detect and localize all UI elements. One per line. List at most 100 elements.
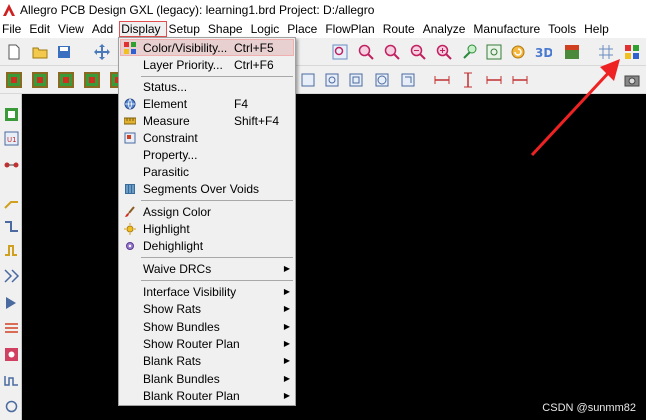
menu-item-shortcut: Ctrl+F6 [234,57,274,72]
left-toolbar: U1 [0,94,22,420]
menu-item-layer-priority[interactable]: Layer Priority... Ctrl+F6 [120,56,294,73]
zoom-out-icon[interactable] [382,42,402,62]
gear-sun-icon [120,237,140,254]
measure-icon[interactable] [458,70,478,90]
shape-icon[interactable] [372,70,392,90]
menu-item-status[interactable]: Status... [120,78,294,95]
submenu-arrow-icon: ▶ [283,304,291,313]
menu-item-label: Blank Rats [143,353,202,368]
menu-item-blank-bundles[interactable]: Blank Bundles ▶ [120,370,294,387]
menu-item-parasitic[interactable]: Parasitic [120,163,294,180]
net-icon[interactable] [1,154,21,174]
menu-display[interactable]: Display [119,21,167,37]
constraint-icon [120,129,140,146]
menu-item-element[interactable]: Element F4 [120,95,294,112]
menu-place[interactable]: Place [285,21,323,37]
shape-icon[interactable] [346,70,366,90]
menu-item-interface-visibility[interactable]: Interface Visibility ▶ [120,283,294,300]
menu-view[interactable]: View [56,21,90,37]
menu-item-label: Property... [143,147,198,162]
menu-item-show-bundles[interactable]: Show Bundles ▶ [120,318,294,335]
menu-logic[interactable]: Logic [249,21,286,37]
menu-edit[interactable]: Edit [27,21,56,37]
zoom-prev-icon[interactable] [434,42,454,62]
shape-icon[interactable] [322,70,342,90]
route-icon[interactable] [1,192,21,212]
red-arrow-annotation [530,59,620,157]
submenu-arrow-icon: ▶ [283,264,291,273]
menu-add[interactable]: Add [90,21,119,37]
menu-item-blank-router-plan[interactable]: Blank Router Plan ▶ [120,387,294,404]
menu-item-label: Assign Color [143,204,212,219]
menu-analyze[interactable]: Analyze [421,21,472,37]
menu-help[interactable]: Help [582,21,615,37]
save-icon[interactable] [54,42,74,62]
menu-item-blank-rats[interactable]: Blank Rats ▶ [120,352,294,369]
display-menu-dropdown: Color/Visibility... Ctrl+F5 Layer Priori… [118,37,296,406]
menu-item-show-rats[interactable]: Show Rats ▶ [120,300,294,317]
submenu-arrow-icon: ▶ [283,322,291,331]
menu-item-show-router-plan[interactable]: Show Router Plan ▶ [120,335,294,352]
menu-setup[interactable]: Setup [167,21,206,37]
menu-shape[interactable]: Shape [206,21,249,37]
layer-icon[interactable] [30,70,50,90]
menu-item-label: Layer Priority... [143,57,223,72]
color-grid-icon [120,39,140,56]
new-file-icon[interactable] [4,42,24,62]
measure-icon[interactable] [432,70,452,90]
menu-item-label: Interface Visibility [143,284,237,299]
menu-item-label: Waive DRCs [143,261,212,276]
route-icon[interactable] [1,292,21,312]
submenu-arrow-icon: ▶ [283,391,291,400]
menu-item-color-visibility[interactable]: Color/Visibility... Ctrl+F5 [120,39,294,56]
menu-tools[interactable]: Tools [546,21,582,37]
submenu-arrow-icon: ▶ [283,287,291,296]
route-icon[interactable] [1,216,21,236]
menu-item-label: Color/Visibility... [143,40,228,55]
shape-icon[interactable] [298,70,318,90]
zoom-in-icon[interactable] [356,42,376,62]
zoom-fit-icon[interactable] [330,42,350,62]
layer-icon[interactable] [82,70,102,90]
component-icon[interactable] [1,104,21,124]
zoom-select-icon[interactable] [484,42,504,62]
menu-route[interactable]: Route [381,21,421,37]
measure-icon[interactable] [484,70,504,90]
menu-flowplan[interactable]: FlowPlan [323,21,380,37]
title-bar: Allegro PCB Design GXL (legacy): learnin… [0,0,646,20]
menu-item-segments-over-voids[interactable]: Segments Over Voids [120,180,294,197]
menu-item-assign-color[interactable]: Assign Color [120,203,294,220]
submenu-arrow-icon: ▶ [283,356,291,365]
route-icon[interactable] [1,370,21,390]
segments-icon [120,180,140,197]
menu-file[interactable]: File [0,21,27,37]
part-icon[interactable]: U1 [1,128,21,148]
zoom-window-icon[interactable] [460,42,480,62]
menu-item-label: Segments Over Voids [143,181,260,196]
menu-item-label: Blank Bundles [143,371,220,386]
menu-manufacture[interactable]: Manufacture [471,21,546,37]
menu-item-highlight[interactable]: Highlight [120,220,294,237]
route-icon[interactable] [1,240,21,260]
menu-item-waive-drcs[interactable]: Waive DRCs ▶ [120,260,294,277]
menu-item-constraint[interactable]: Constraint [120,129,294,146]
menu-item-label: Highlight [143,221,190,236]
route-icon[interactable] [1,396,21,416]
route-icon[interactable] [1,318,21,338]
layer-icon[interactable] [56,70,76,90]
route-icon[interactable] [1,266,21,286]
layer-icon[interactable] [4,70,24,90]
move-icon[interactable] [92,42,112,62]
allegro-logo-icon [1,2,17,18]
shape-icon[interactable] [398,70,418,90]
menu-item-label: Parasitic [143,164,190,179]
menu-item-measure[interactable]: Measure Shift+F4 [120,112,294,129]
open-folder-icon[interactable] [30,42,50,62]
menu-item-dehighlight[interactable]: Dehighlight [120,237,294,254]
route-icon[interactable] [1,344,21,364]
menu-item-label: Element [143,96,188,111]
zoom-world-icon[interactable] [408,42,428,62]
menu-item-property[interactable]: Property... [120,146,294,163]
watermark: CSDN @sunmm82 [542,402,636,414]
menu-item-shortcut: Ctrl+F5 [234,40,274,55]
